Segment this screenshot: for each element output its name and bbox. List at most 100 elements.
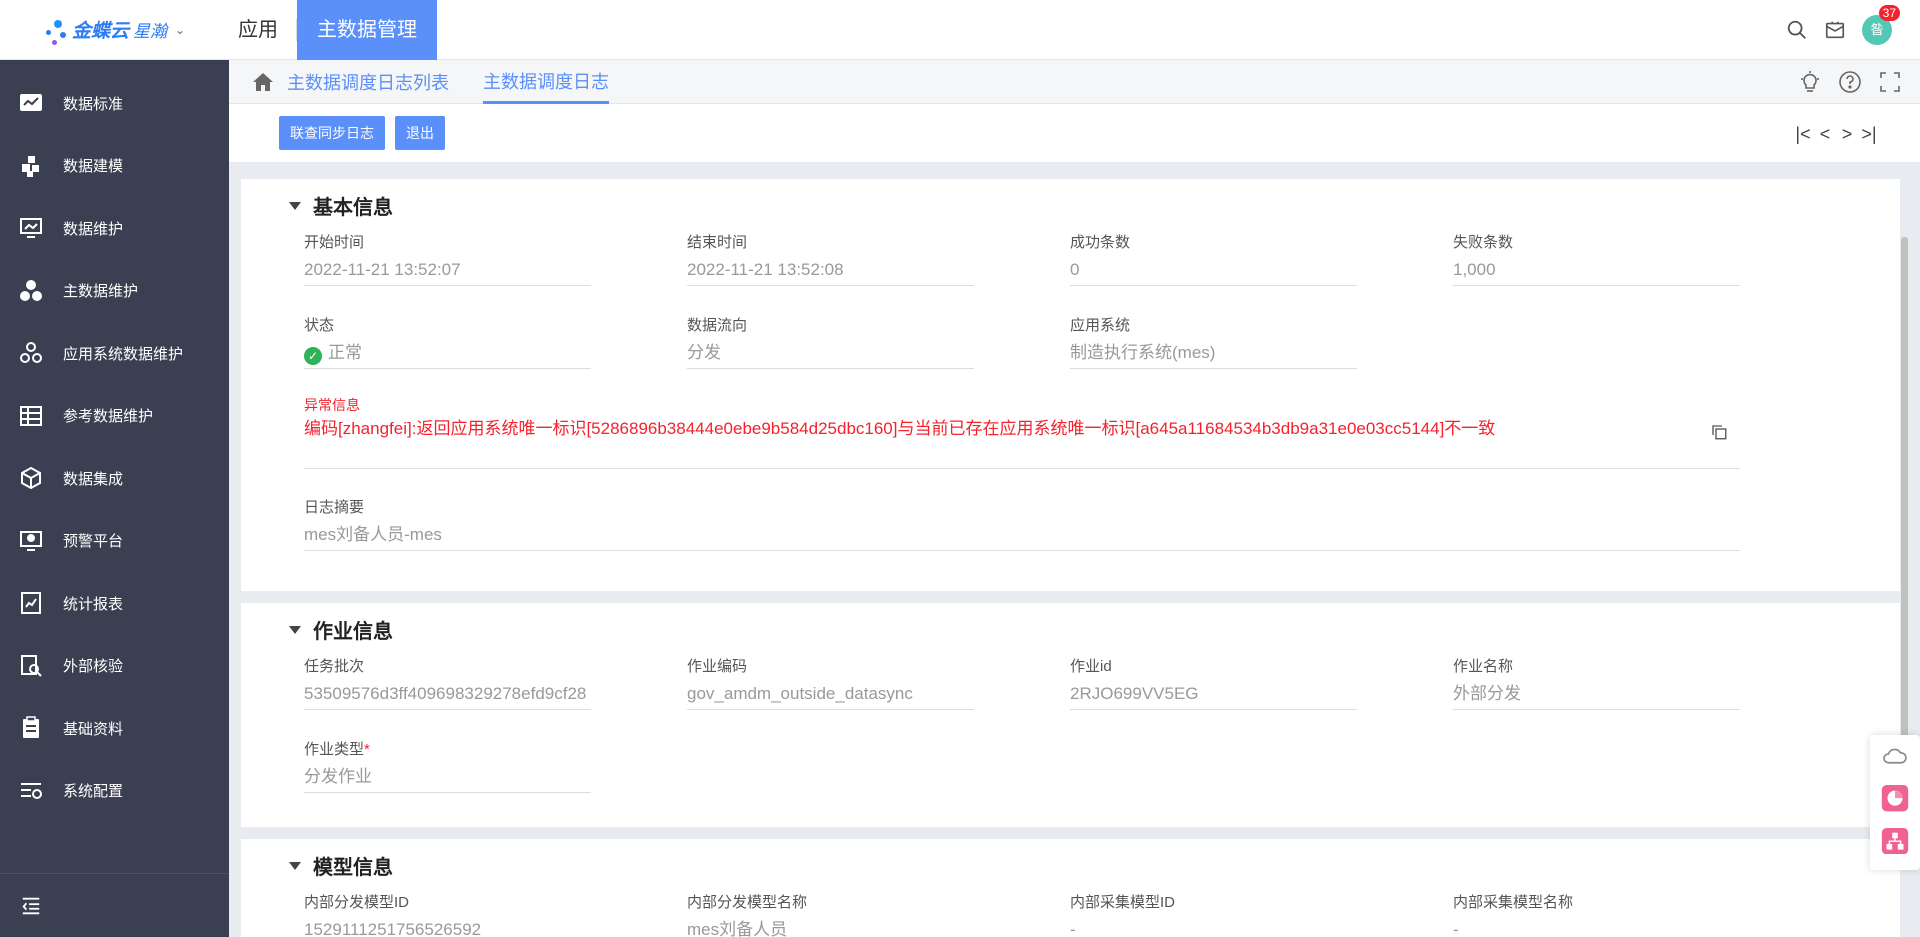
sidebar-item-external-verify[interactable]: 外部核验 bbox=[0, 635, 229, 698]
field-label: 内部分发模型ID bbox=[304, 894, 410, 911]
field-value[interactable]: 1,000 bbox=[1453, 258, 1740, 286]
section-header[interactable]: 基本信息 bbox=[289, 191, 393, 220]
copy-icon[interactable] bbox=[1710, 423, 1728, 441]
field-app-system: 应用系统 制造执行系统(mes) bbox=[1070, 314, 1357, 369]
fullscreen-icon[interactable] bbox=[1878, 70, 1902, 94]
required-mark: * bbox=[364, 741, 370, 758]
mail-icon[interactable] bbox=[1824, 19, 1846, 41]
exit-button[interactable]: 退出 bbox=[395, 116, 445, 150]
top-bar: 金蝶云 星瀚 ⌄ 应用 主数据管理 昝 37 bbox=[0, 0, 1920, 60]
home-icon[interactable] bbox=[251, 70, 275, 94]
field-label: 作业类型* bbox=[304, 738, 591, 759]
field-value[interactable]: 2RJO699VV5EG bbox=[1070, 682, 1357, 710]
field-value[interactable]: - bbox=[1453, 918, 1740, 937]
field-label: 内部采集模型名称 bbox=[1453, 894, 1574, 911]
field-value[interactable]: ✓ 正常 bbox=[304, 341, 591, 369]
sidebar-item-app-system-data[interactable]: 应用系统数据维护 bbox=[0, 322, 229, 385]
field-label: 作业名称 bbox=[1453, 658, 1514, 675]
last-record-icon[interactable]: >| bbox=[1858, 124, 1880, 145]
sidebar-item-data-standard[interactable]: 数据标准 bbox=[0, 72, 229, 135]
field-value[interactable]: 2022-11-21 13:52:08 bbox=[687, 258, 974, 286]
caret-down-icon bbox=[289, 625, 301, 634]
brand-logo[interactable]: 金蝶云 星瀚 ⌄ bbox=[42, 10, 202, 50]
section-title: 基本信息 bbox=[313, 197, 393, 219]
field-value[interactable]: - bbox=[1070, 918, 1357, 937]
field-label: 内部分发模型名称 bbox=[687, 894, 808, 911]
section-header[interactable]: 作业信息 bbox=[289, 615, 393, 644]
sidebar-item-statistics[interactable]: 统计报表 bbox=[0, 572, 229, 635]
sidebar-item-basic-data[interactable]: 基础资料 bbox=[0, 697, 229, 760]
sidebar-item-master-data-maintenance[interactable]: 主数据维护 bbox=[0, 260, 229, 323]
nav-app[interactable]: 应用 bbox=[238, 0, 278, 60]
field-label: 状态 bbox=[304, 317, 335, 334]
section-title: 作业信息 bbox=[313, 621, 393, 643]
sidebar-item-label: 主数据维护 bbox=[63, 283, 139, 301]
field-label: 开始时间 bbox=[304, 234, 365, 251]
field-label: 内部采集模型ID bbox=[1070, 894, 1176, 911]
chevron-down-icon[interactable]: ⌄ bbox=[175, 23, 185, 37]
field-value[interactable]: 0 bbox=[1070, 258, 1357, 286]
field-task-batch: 任务批次 53509576d3ff409698329278efd9cf28 bbox=[304, 655, 591, 710]
section-header[interactable]: 模型信息 bbox=[289, 851, 393, 880]
sidebar-item-label: 参考数据维护 bbox=[63, 408, 154, 426]
caret-down-icon bbox=[289, 861, 301, 870]
logo-dots-icon bbox=[42, 10, 72, 50]
circles-icon bbox=[20, 279, 42, 301]
section-model-info: 模型信息 内部分发模型ID 1529111251756526592 内部分发模型… bbox=[241, 839, 1900, 937]
sidebar-item-data-maintenance[interactable]: 数据维护 bbox=[0, 197, 229, 260]
prev-record-icon[interactable]: < bbox=[1814, 124, 1836, 145]
field-label: 成功条数 bbox=[1070, 234, 1131, 251]
sidebar-collapse-button[interactable] bbox=[0, 873, 229, 937]
brand-subname: 星瀚 bbox=[133, 22, 168, 41]
field-job-name: 作业名称 外部分发 bbox=[1453, 655, 1740, 710]
field-collect-model-id: 内部采集模型ID - bbox=[1070, 891, 1357, 937]
field-value[interactable]: 分发作业 bbox=[304, 765, 591, 793]
pie-chart-icon[interactable] bbox=[1881, 785, 1909, 812]
scrollbar-thumb[interactable] bbox=[1901, 237, 1908, 817]
field-collect-model-name: 内部采集模型名称 - bbox=[1453, 891, 1740, 937]
lightbulb-icon[interactable] bbox=[1798, 70, 1822, 94]
avatar[interactable]: 昝 37 bbox=[1862, 5, 1900, 45]
report-icon bbox=[21, 592, 41, 615]
field-label: 作业id bbox=[1070, 658, 1112, 675]
field-job-code: 作业编码 gov_amdm_outside_datasync bbox=[687, 655, 974, 710]
check-circle-icon: ✓ bbox=[304, 347, 322, 365]
field-value[interactable]: mes刘备人员-mes bbox=[304, 523, 1740, 551]
tab-log-list[interactable]: 主数据调度日志列表 bbox=[287, 69, 449, 95]
sidebar-item-alert-platform[interactable]: 预警平台 bbox=[0, 510, 229, 573]
next-record-icon[interactable]: > bbox=[1836, 124, 1858, 145]
field-job-type: 作业类型* 分发作业 bbox=[304, 738, 591, 793]
toolbar: 联查同步日志 退出 |< < > >| bbox=[229, 104, 1920, 162]
field-value[interactable]: 分发 bbox=[687, 341, 974, 369]
tab-log-detail[interactable]: 主数据调度日志 bbox=[483, 60, 609, 104]
field-value[interactable]: 2022-11-21 13:52:07 bbox=[304, 258, 591, 286]
sidebar-item-label: 基础资料 bbox=[63, 720, 124, 738]
sidebar-item-system-config[interactable]: 系统配置 bbox=[0, 760, 229, 823]
field-label: 应用系统 bbox=[1070, 317, 1131, 334]
sidebar-item-data-modeling[interactable]: 数据建模 bbox=[0, 135, 229, 198]
sync-log-button[interactable]: 联查同步日志 bbox=[279, 116, 385, 150]
field-dist-model-id: 内部分发模型ID 1529111251756526592 bbox=[304, 891, 591, 937]
field-value[interactable]: 制造执行系统(mes) bbox=[1070, 341, 1357, 369]
field-value[interactable]: 外部分发 bbox=[1453, 682, 1740, 710]
field-label: 作业编码 bbox=[687, 658, 748, 675]
field-label: 结束时间 bbox=[687, 234, 748, 251]
org-chart-icon[interactable] bbox=[1881, 827, 1909, 854]
cloud-icon[interactable] bbox=[1881, 743, 1909, 769]
field-value[interactable]: mes刘备人员 bbox=[687, 918, 974, 937]
sidebar-item-data-integration[interactable]: 数据集成 bbox=[0, 447, 229, 510]
help-icon[interactable] bbox=[1838, 70, 1862, 94]
field-value[interactable]: 1529111251756526592 bbox=[304, 918, 591, 937]
field-value[interactable]: 编码[zhangfei]:返回应用系统唯一标识[5286896b38444e0e… bbox=[304, 419, 1740, 469]
first-record-icon[interactable]: |< bbox=[1792, 124, 1814, 145]
nav-master-data[interactable]: 主数据管理 bbox=[297, 0, 437, 60]
field-value[interactable]: 53509576d3ff409698329278efd9cf28 bbox=[304, 682, 591, 710]
sidebar-item-reference-data[interactable]: 参考数据维护 bbox=[0, 385, 229, 448]
sidebar-item-label: 数据标准 bbox=[63, 95, 124, 113]
cube-icon bbox=[21, 467, 41, 490]
avatar-text: 昝 bbox=[1870, 22, 1884, 37]
field-value[interactable]: gov_amdm_outside_datasync bbox=[687, 682, 974, 710]
main-area: 主数据调度日志列表 主数据调度日志 联查同步日志 退出 |< < > >| 基本… bbox=[229, 60, 1920, 937]
search-icon[interactable] bbox=[1786, 19, 1808, 41]
monitor-icon bbox=[20, 218, 42, 239]
